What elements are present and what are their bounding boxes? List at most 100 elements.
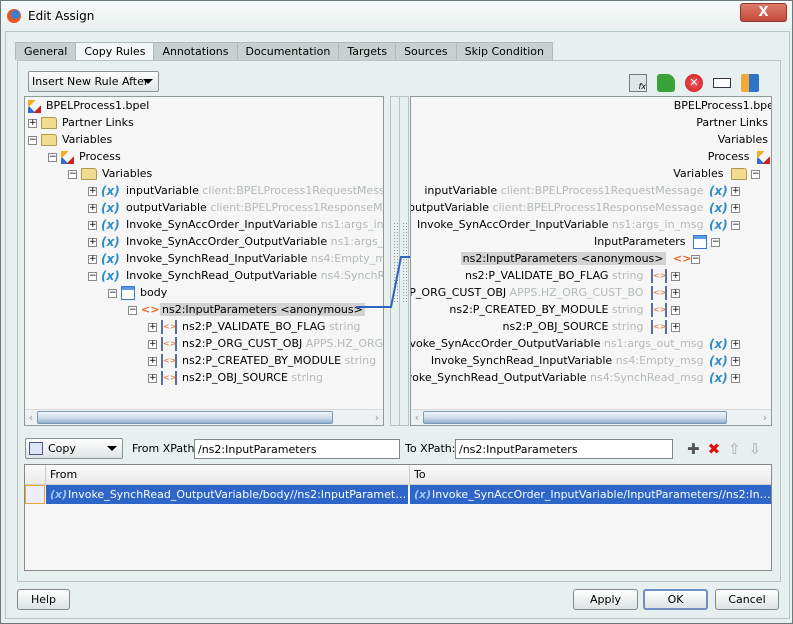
tree-node-process[interactable]: − Process [48,148,121,165]
collapse-icon[interactable]: − [751,169,760,179]
tree-node-variable[interactable]: Invoke_SynAccOrder_OutputVariable ns1:ar… [411,335,744,352]
tree-node-element[interactable]: ns2:P_CREATED_BY_MODULE string <> + [449,301,684,318]
cancel-button[interactable]: Cancel [715,589,779,610]
tab-annotations[interactable]: Annotations [153,42,238,60]
expand-icon[interactable]: + [731,339,740,349]
tree-node-process-variables[interactable]: Variables − [673,165,764,182]
map-icon[interactable] [741,74,759,92]
collapse-icon[interactable]: − [108,288,117,298]
tree-node-variable[interactable]: + (x) outputVariable client:BPELProcess1Re… [88,199,383,216]
expand-icon[interactable]: + [88,237,97,247]
tree-node-part[interactable]: InputParameters − [594,233,724,250]
tree-node-root[interactable]: BPELProcess1.bpel [674,97,771,114]
tree-node-variable[interactable]: Invoke_SynAccOrder_InputVariable ns1:arg… [417,216,744,233]
collapse-icon[interactable]: − [28,135,37,145]
collapse-icon[interactable]: − [711,237,720,247]
tree-node-body[interactable]: − body [108,284,167,301]
expand-icon[interactable]: + [671,271,680,281]
expand-icon[interactable]: + [88,254,97,264]
tree-node-element[interactable]: +<>ns2:P_ORG_CUST_OBJ APPS.HZ_ORG_CUST_B… [148,335,383,352]
expand-icon[interactable]: + [148,373,157,383]
collapse-icon[interactable]: − [731,220,740,230]
expand-icon[interactable]: + [88,203,97,213]
from-xpath-input[interactable] [194,439,400,459]
delete-icon[interactable]: ✕ [685,74,703,92]
source-tree[interactable]: BPELProcess1.bpel + Partner Links − Variab… [24,96,384,426]
tree-node-variable[interactable]: inputVariable client:BPELProcess1Request… [424,182,744,199]
expand-icon[interactable]: + [148,322,157,332]
column-header-from[interactable]: From [45,465,409,485]
xpath-expression-icon[interactable] [713,78,731,88]
expand-icon[interactable]: + [88,186,97,196]
tree-node-element[interactable]: ns2:P_OBJ_SOURCE string <> + [503,318,685,335]
tree-node-element[interactable]: ns2:P_VALIDATE_BO_FLAG string <> + [465,267,684,284]
delete-rule-icon[interactable]: ✖ [708,440,721,458]
expression-builder-icon[interactable]: fx [629,74,647,92]
tree-node-variables[interactable]: − Variables [28,131,112,148]
collapse-icon[interactable]: − [128,305,137,315]
expand-icon[interactable]: + [731,373,740,383]
collapse-icon[interactable]: − [68,169,77,179]
expand-icon[interactable]: + [88,220,97,230]
expand-icon[interactable]: + [671,322,680,332]
tab-general[interactable]: General [15,42,77,60]
tree-node-variable[interactable]: + (x) Invoke_SynAccOrder_InputVariable ns1… [88,216,383,233]
add-rule-icon[interactable]: ✚ [687,440,700,458]
operation-dropdown[interactable]: Copy [25,438,123,459]
scroll-right-icon[interactable]: › [760,410,770,425]
xml-fragment-icon[interactable] [657,74,675,92]
tree-node-partner-links[interactable]: + Partner Links [28,114,134,131]
apply-button[interactable]: Apply [573,589,638,610]
column-header-to[interactable]: To [409,465,771,485]
tree-node-element[interactable]: + <> ns2:P_CREATED_BY_MODULE string [148,352,376,369]
scroll-left-icon[interactable]: ‹ [412,410,422,425]
collapse-icon[interactable]: − [48,152,57,162]
close-button[interactable]: X [740,3,787,22]
expand-icon[interactable]: + [731,186,740,196]
expand-icon[interactable]: + [28,118,37,128]
tree-node-variable[interactable]: + (x) Invoke_SynAccOrder_OutputVariable ns… [88,233,383,250]
tree-node-selected[interactable]: − <> ns2:InputParameters <anonymous> [128,301,365,318]
move-up-icon[interactable]: ⇧ [728,440,741,458]
tree-node-variable[interactable]: + (x) inputVariable client:BPELProcess1Req… [88,182,383,199]
expand-icon[interactable]: + [731,356,740,366]
collapse-icon[interactable]: − [88,271,97,281]
tree-node-variable[interactable]: Invoke_SynchRead_InputVariable ns4:Empty… [431,352,744,369]
tree-node-process-variables[interactable]: − Variables [68,165,152,182]
scroll-left-icon[interactable]: ‹ [26,410,36,425]
tab-documentation[interactable]: Documentation [236,42,340,60]
scroll-right-icon[interactable]: › [372,410,382,425]
tree-node-element[interactable]: ns2:P_ORG_CUST_OBJ APPS.HZ_ORG_CUST_BO <… [411,284,684,301]
expand-icon[interactable]: + [148,339,157,349]
tree-node-variables[interactable]: Variables [718,131,768,148]
tree-node-element[interactable]: + <> ns2:P_VALIDATE_BO_FLAG string [148,318,361,335]
scroll-thumb[interactable] [423,411,727,424]
tree-node-variable[interactable]: − (x) Invoke_SynchRead_OutputVariable ns4:… [88,267,383,284]
scroll-thumb[interactable] [37,411,333,424]
rule-to-cell[interactable]: (x) Invoke_SynAccOrder_InputVariable/Inpu… [410,485,771,504]
insert-mode-dropdown[interactable]: Insert New Rule After [28,71,159,92]
move-down-icon[interactable]: ⇩ [749,440,762,458]
tab-targets[interactable]: Targets [338,42,397,60]
tree-node-variable[interactable]: outputVariable client:BPELProcess1Respon… [411,199,744,216]
source-horizontal-scrollbar[interactable]: ‹ › [25,409,383,425]
tree-node-element[interactable]: + <> ns2:P_OBJ_SOURCE string [148,369,323,386]
to-xpath-input[interactable] [455,439,673,459]
target-tree[interactable]: BPELProcess1.bpel Partner Links Variable… [410,96,772,426]
expand-icon[interactable]: + [148,356,157,366]
tree-node-variable[interactable]: Invoke_SynchRead_OutputVariable ns4:Sync… [411,369,744,386]
expand-icon[interactable]: + [731,203,740,213]
target-horizontal-scrollbar[interactable]: ‹ › [411,409,771,425]
rule-from-cell[interactable]: (x) Invoke_SynchRead_OutputVariable/body/… [46,485,408,504]
expand-icon[interactable]: + [671,288,680,298]
tree-node-process[interactable]: Process [708,148,770,165]
tab-sources[interactable]: Sources [395,42,457,60]
tab-copy-rules[interactable]: Copy Rules [75,42,155,61]
help-button[interactable]: Help [17,589,70,610]
collapse-icon[interactable]: − [691,254,700,264]
tree-node-partner-links[interactable]: Partner Links [696,114,768,131]
ok-button[interactable]: OK [643,589,708,610]
expand-icon[interactable]: + [671,305,680,315]
tab-skip-condition[interactable]: Skip Condition [455,42,553,60]
table-row[interactable]: (x) Invoke_SynchRead_OutputVariable/body/… [25,485,771,504]
